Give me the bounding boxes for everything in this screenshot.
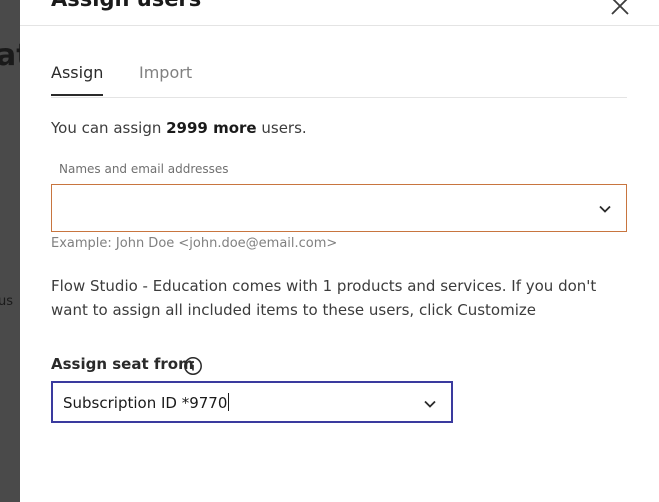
text-caret [228,393,230,411]
background-text-fragment: us [0,294,14,309]
dialog-title: Assign users [51,0,201,11]
assign-seat-label: Assign seat from [51,355,194,373]
chevron-down-icon [424,400,436,408]
close-icon [611,0,629,15]
tab-assign[interactable]: Assign [51,63,104,96]
remaining-seats-prefix: You can assign [51,119,167,137]
remaining-seats-suffix: users. [256,119,307,137]
assign-users-dialog: Assign users Assign Import You can assig… [20,0,659,502]
names-email-input[interactable] [51,184,627,232]
close-button[interactable] [608,0,632,18]
tab-bar: Assign Import [51,55,627,98]
seat-subscription-select[interactable]: Subscription ID *9770 [51,381,453,423]
remaining-seats-text: You can assign 2999 more users. [51,119,307,137]
bundle-description: Flow Studio - Education comes with 1 pro… [51,277,597,319]
remaining-seats-count: 2999 more [166,119,257,137]
seat-dropdown-toggle[interactable] [423,396,437,415]
dialog-header: Assign users [20,0,659,26]
backdrop-overlay[interactable]: at us [0,0,20,502]
tab-import[interactable]: Import [139,63,192,94]
info-icon [184,357,202,375]
seat-info-button[interactable] [183,356,203,376]
names-example-hint: Example: John Doe <john.doe@email.com> [51,236,338,251]
chevron-down-icon [599,205,611,213]
seat-select-value: Subscription ID *9770 [63,394,228,412]
names-dropdown-toggle[interactable] [598,201,612,220]
background-heading-fragment: at [0,38,20,73]
names-field-label: Names and email addresses [59,162,229,176]
seat-select-value-wrap: Subscription ID *9770 [63,393,230,412]
